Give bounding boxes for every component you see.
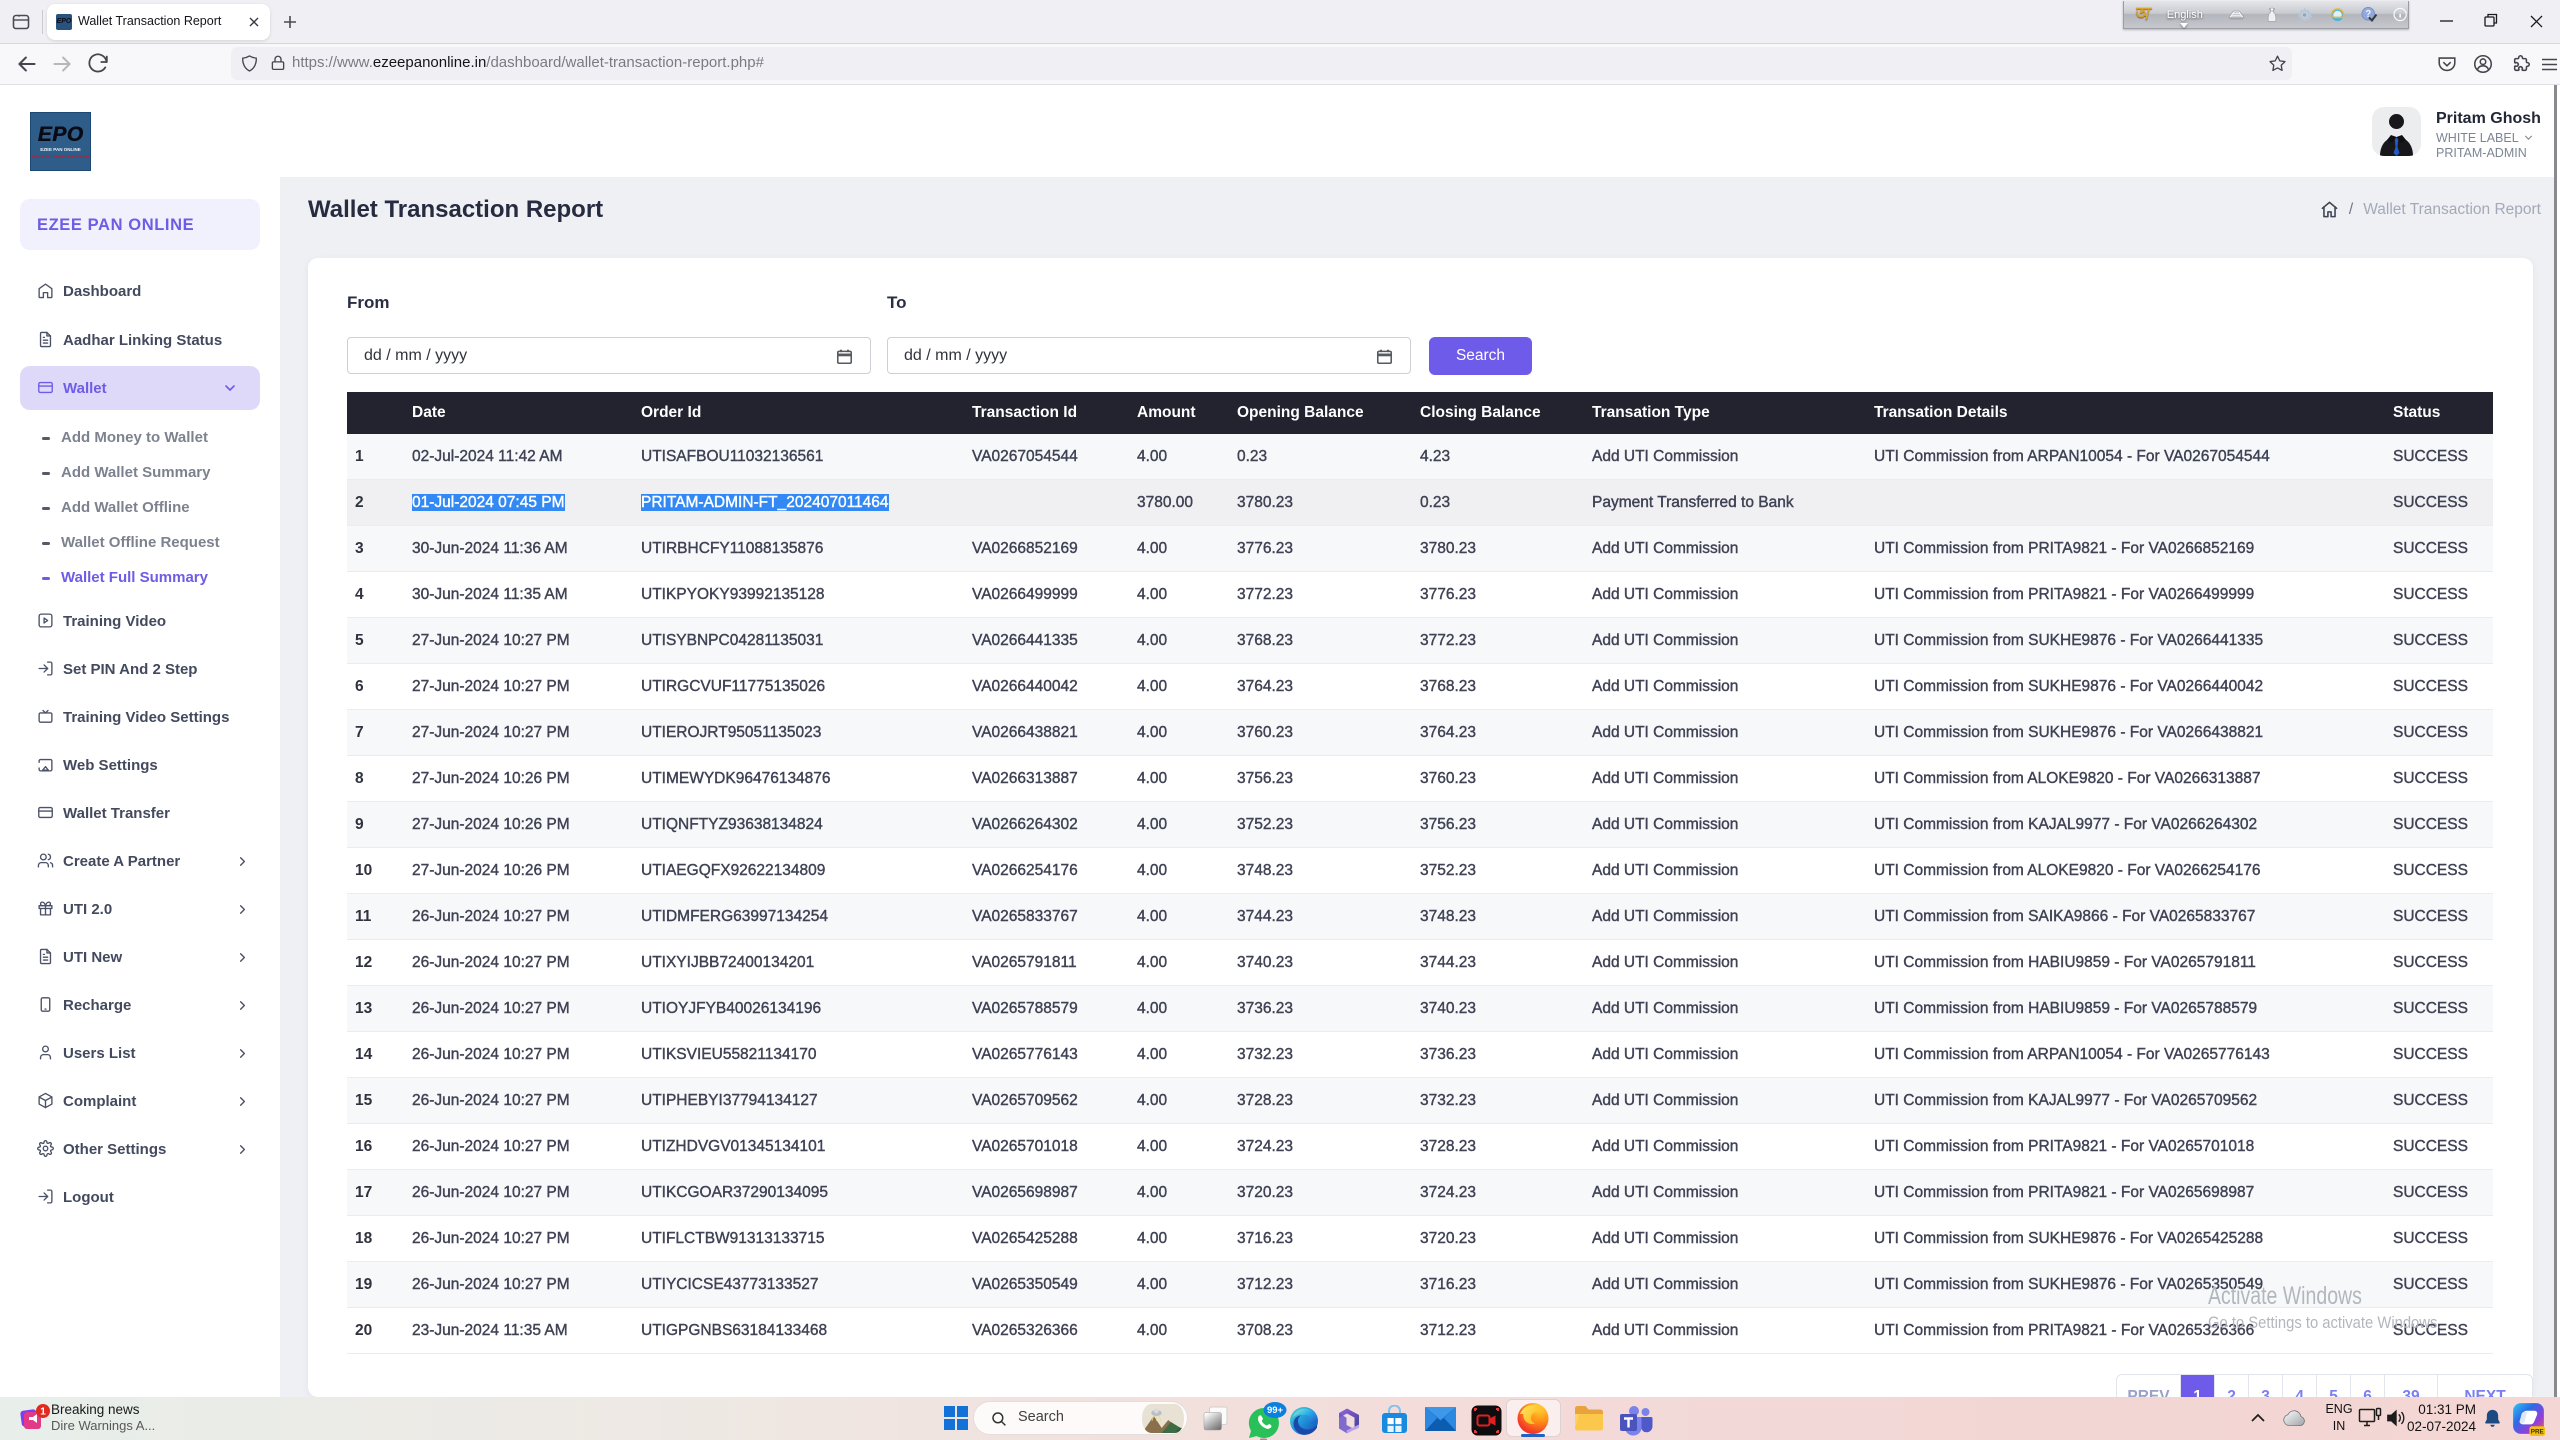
svg-text:PRE: PRE [2531,1429,2544,1436]
svg-text:99+: 99+ [1267,1405,1284,1416]
svg-text:1: 1 [40,1407,46,1418]
